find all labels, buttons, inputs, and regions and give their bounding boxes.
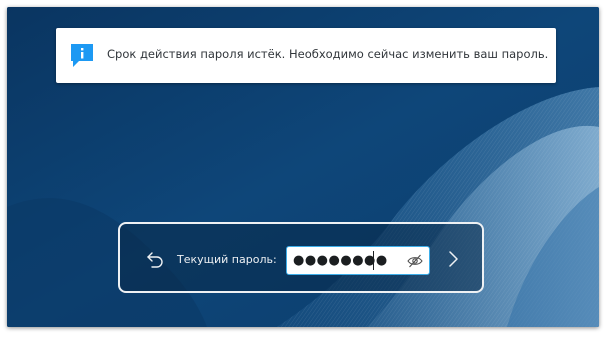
info-bubble-icon (71, 44, 93, 67)
chevron-right-icon[interactable] (442, 248, 464, 270)
password-change-panel: Текущий пароль: ●●●●●●●● (118, 222, 484, 293)
lock-screen: Срок действия пароля истёк. Необходимо с… (7, 7, 599, 327)
notice-message: Срок действия пароля истёк. Необходимо с… (107, 47, 549, 61)
current-password-input[interactable]: ●●●●●●●● (286, 246, 430, 275)
text-caret (373, 251, 374, 270)
undo-arrow-icon[interactable] (144, 248, 166, 270)
eye-slash-icon[interactable] (406, 252, 424, 270)
password-expired-notice: Срок действия пароля истёк. Необходимо с… (56, 28, 556, 83)
current-password-label: Текущий пароль: (177, 253, 277, 266)
